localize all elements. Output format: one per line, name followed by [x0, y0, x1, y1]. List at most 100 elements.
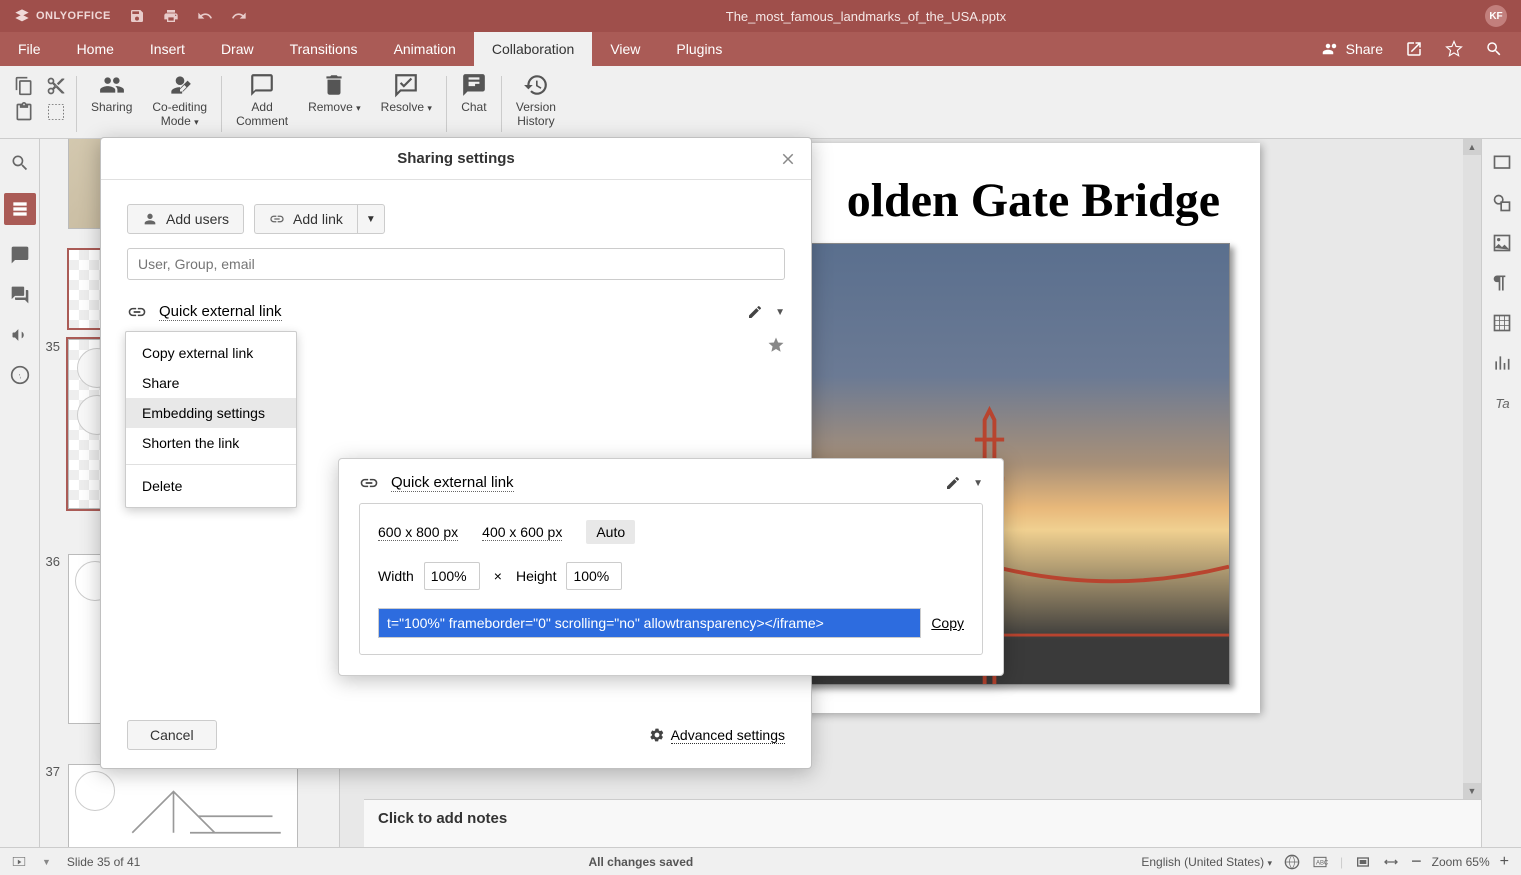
close-icon[interactable] [779, 150, 797, 168]
select-all-icon[interactable] [46, 102, 66, 122]
ribbon-add-comment[interactable]: Add Comment [226, 70, 298, 138]
width-label: Width [378, 568, 414, 584]
add-users-button[interactable]: Add users [127, 204, 244, 234]
feedback-icon[interactable] [10, 325, 30, 345]
edit-icon[interactable] [945, 475, 961, 491]
document-title: The_most_famous_landmarks_of_the_USA.ppt… [247, 9, 1485, 24]
redo-icon[interactable] [231, 8, 247, 24]
search-icon[interactable] [1485, 40, 1503, 58]
menu-home[interactable]: Home [59, 32, 132, 66]
scroll-up-icon[interactable]: ▲ [1463, 139, 1481, 155]
user-search-input[interactable] [127, 248, 785, 280]
find-icon[interactable] [10, 153, 30, 173]
comments-panel-icon[interactable] [10, 245, 30, 265]
dropdown-delete[interactable]: Delete [126, 471, 296, 501]
height-label: Height [516, 568, 556, 584]
link-actions-dropdown: Copy external link Share Embedding setti… [125, 331, 297, 508]
embed-code-field[interactable]: t="100%" frameborder="0" scrolling="no" … [378, 608, 921, 638]
notes-area[interactable]: Click to add notes [364, 799, 1481, 847]
add-link-button[interactable]: Add link [254, 204, 357, 234]
fit-page-icon[interactable] [1355, 854, 1371, 870]
slide-settings-icon[interactable] [1492, 153, 1512, 173]
svg-text:Ta: Ta [1495, 396, 1509, 411]
ribbon-coediting-mode[interactable]: Co-editing Mode ▾ [142, 70, 217, 138]
preset-400x600[interactable]: 400 x 600 px [482, 524, 562, 541]
language-selector[interactable]: English (United States) ▾ [1141, 855, 1272, 869]
chat-panel-icon[interactable] [10, 285, 30, 305]
cancel-button[interactable]: Cancel [127, 720, 217, 750]
fit-width-icon[interactable] [1383, 854, 1399, 870]
cut-icon[interactable] [46, 76, 66, 96]
quick-external-link-label[interactable]: Quick external link [159, 303, 282, 321]
slide-counter: Slide 35 of 41 [67, 855, 140, 869]
print-icon[interactable] [163, 8, 179, 24]
undo-icon[interactable] [197, 8, 213, 24]
menu-draw[interactable]: Draw [203, 32, 272, 66]
menu-view[interactable]: View [592, 32, 658, 66]
menu-bar: File Home Insert Draw Transitions Animat… [0, 32, 1521, 66]
dialog-title: Sharing settings [397, 150, 515, 167]
dialog-header: Sharing settings [101, 138, 811, 180]
paragraph-settings-icon[interactable] [1492, 273, 1512, 293]
popover-link-label[interactable]: Quick external link [391, 474, 514, 492]
link-icon [127, 302, 147, 322]
preset-auto[interactable]: Auto [586, 520, 635, 544]
star-icon[interactable] [767, 336, 785, 354]
edit-icon[interactable] [747, 304, 763, 320]
spellcheck-icon[interactable] [1284, 854, 1300, 870]
menu-collaboration[interactable]: Collaboration [474, 32, 593, 66]
preset-600x800[interactable]: 600 x 800 px [378, 524, 458, 541]
slide-thumb-37[interactable]: 37 [40, 764, 298, 847]
embedding-popover: Quick external link ▼ 600 x 800 px 400 x… [338, 458, 1004, 676]
scroll-down-icon[interactable]: ▼ [1463, 783, 1481, 799]
share-button-top[interactable]: Share [1322, 40, 1383, 58]
link-icon [269, 211, 285, 227]
copy-icon[interactable] [14, 76, 34, 96]
user-avatar[interactable]: KF [1485, 5, 1507, 27]
zoom-out[interactable]: − [1411, 851, 1422, 872]
slides-panel-icon[interactable] [4, 193, 36, 225]
height-input[interactable] [566, 562, 622, 590]
chevron-down-icon[interactable]: ▼ [973, 478, 983, 489]
table-settings-icon[interactable] [1492, 313, 1512, 333]
menu-insert[interactable]: Insert [132, 32, 203, 66]
open-location-icon[interactable] [1405, 40, 1423, 58]
ribbon-remove[interactable]: Remove ▾ [298, 70, 371, 138]
share-label: Share [1346, 41, 1383, 57]
dropdown-shorten-link[interactable]: Shorten the link [126, 428, 296, 458]
save-icon[interactable] [129, 8, 145, 24]
svg-text:ABC: ABC [1316, 860, 1328, 866]
advanced-settings-link[interactable]: Advanced settings [649, 727, 785, 744]
width-input[interactable] [424, 562, 480, 590]
image-settings-icon[interactable] [1492, 233, 1512, 253]
people-icon [1322, 40, 1340, 58]
menu-animation[interactable]: Animation [376, 32, 474, 66]
ribbon-resolve[interactable]: Resolve ▾ [371, 70, 442, 138]
brand-text: ONLYOFFICE [36, 10, 111, 22]
vertical-scrollbar[interactable]: ▲ ▼ [1463, 139, 1481, 799]
zoom-in[interactable]: + [1500, 853, 1509, 871]
ribbon-chat[interactable]: Chat [451, 70, 497, 138]
onlyoffice-logo-icon [14, 8, 30, 24]
add-link-dropdown[interactable]: ▼ [357, 204, 385, 234]
favorite-icon[interactable] [1445, 40, 1463, 58]
slideshow-icon[interactable] [12, 855, 26, 869]
dropdown-copy-link[interactable]: Copy external link [126, 338, 296, 368]
copy-button[interactable]: Copy [931, 615, 964, 631]
ribbon-sharing[interactable]: Sharing [81, 70, 142, 138]
menu-transitions[interactable]: Transitions [272, 32, 376, 66]
chart-settings-icon[interactable] [1492, 353, 1512, 373]
ribbon-version-history[interactable]: Version History [506, 70, 566, 138]
chevron-down-icon[interactable]: ▼ [42, 857, 51, 867]
doclang-icon[interactable]: ABC [1312, 854, 1328, 870]
shape-settings-icon[interactable] [1492, 193, 1512, 213]
dropdown-embedding-settings[interactable]: Embedding settings [126, 398, 296, 428]
about-icon[interactable] [10, 365, 30, 385]
ribbon-toolbar: Sharing Co-editing Mode ▾ Add Comment Re… [0, 66, 1521, 139]
menu-plugins[interactable]: Plugins [658, 32, 740, 66]
text-art-settings-icon[interactable]: Ta [1492, 393, 1512, 413]
paste-icon[interactable] [14, 102, 34, 122]
menu-file[interactable]: File [0, 32, 59, 66]
chevron-down-icon[interactable]: ▼ [775, 307, 785, 318]
dropdown-share[interactable]: Share [126, 368, 296, 398]
